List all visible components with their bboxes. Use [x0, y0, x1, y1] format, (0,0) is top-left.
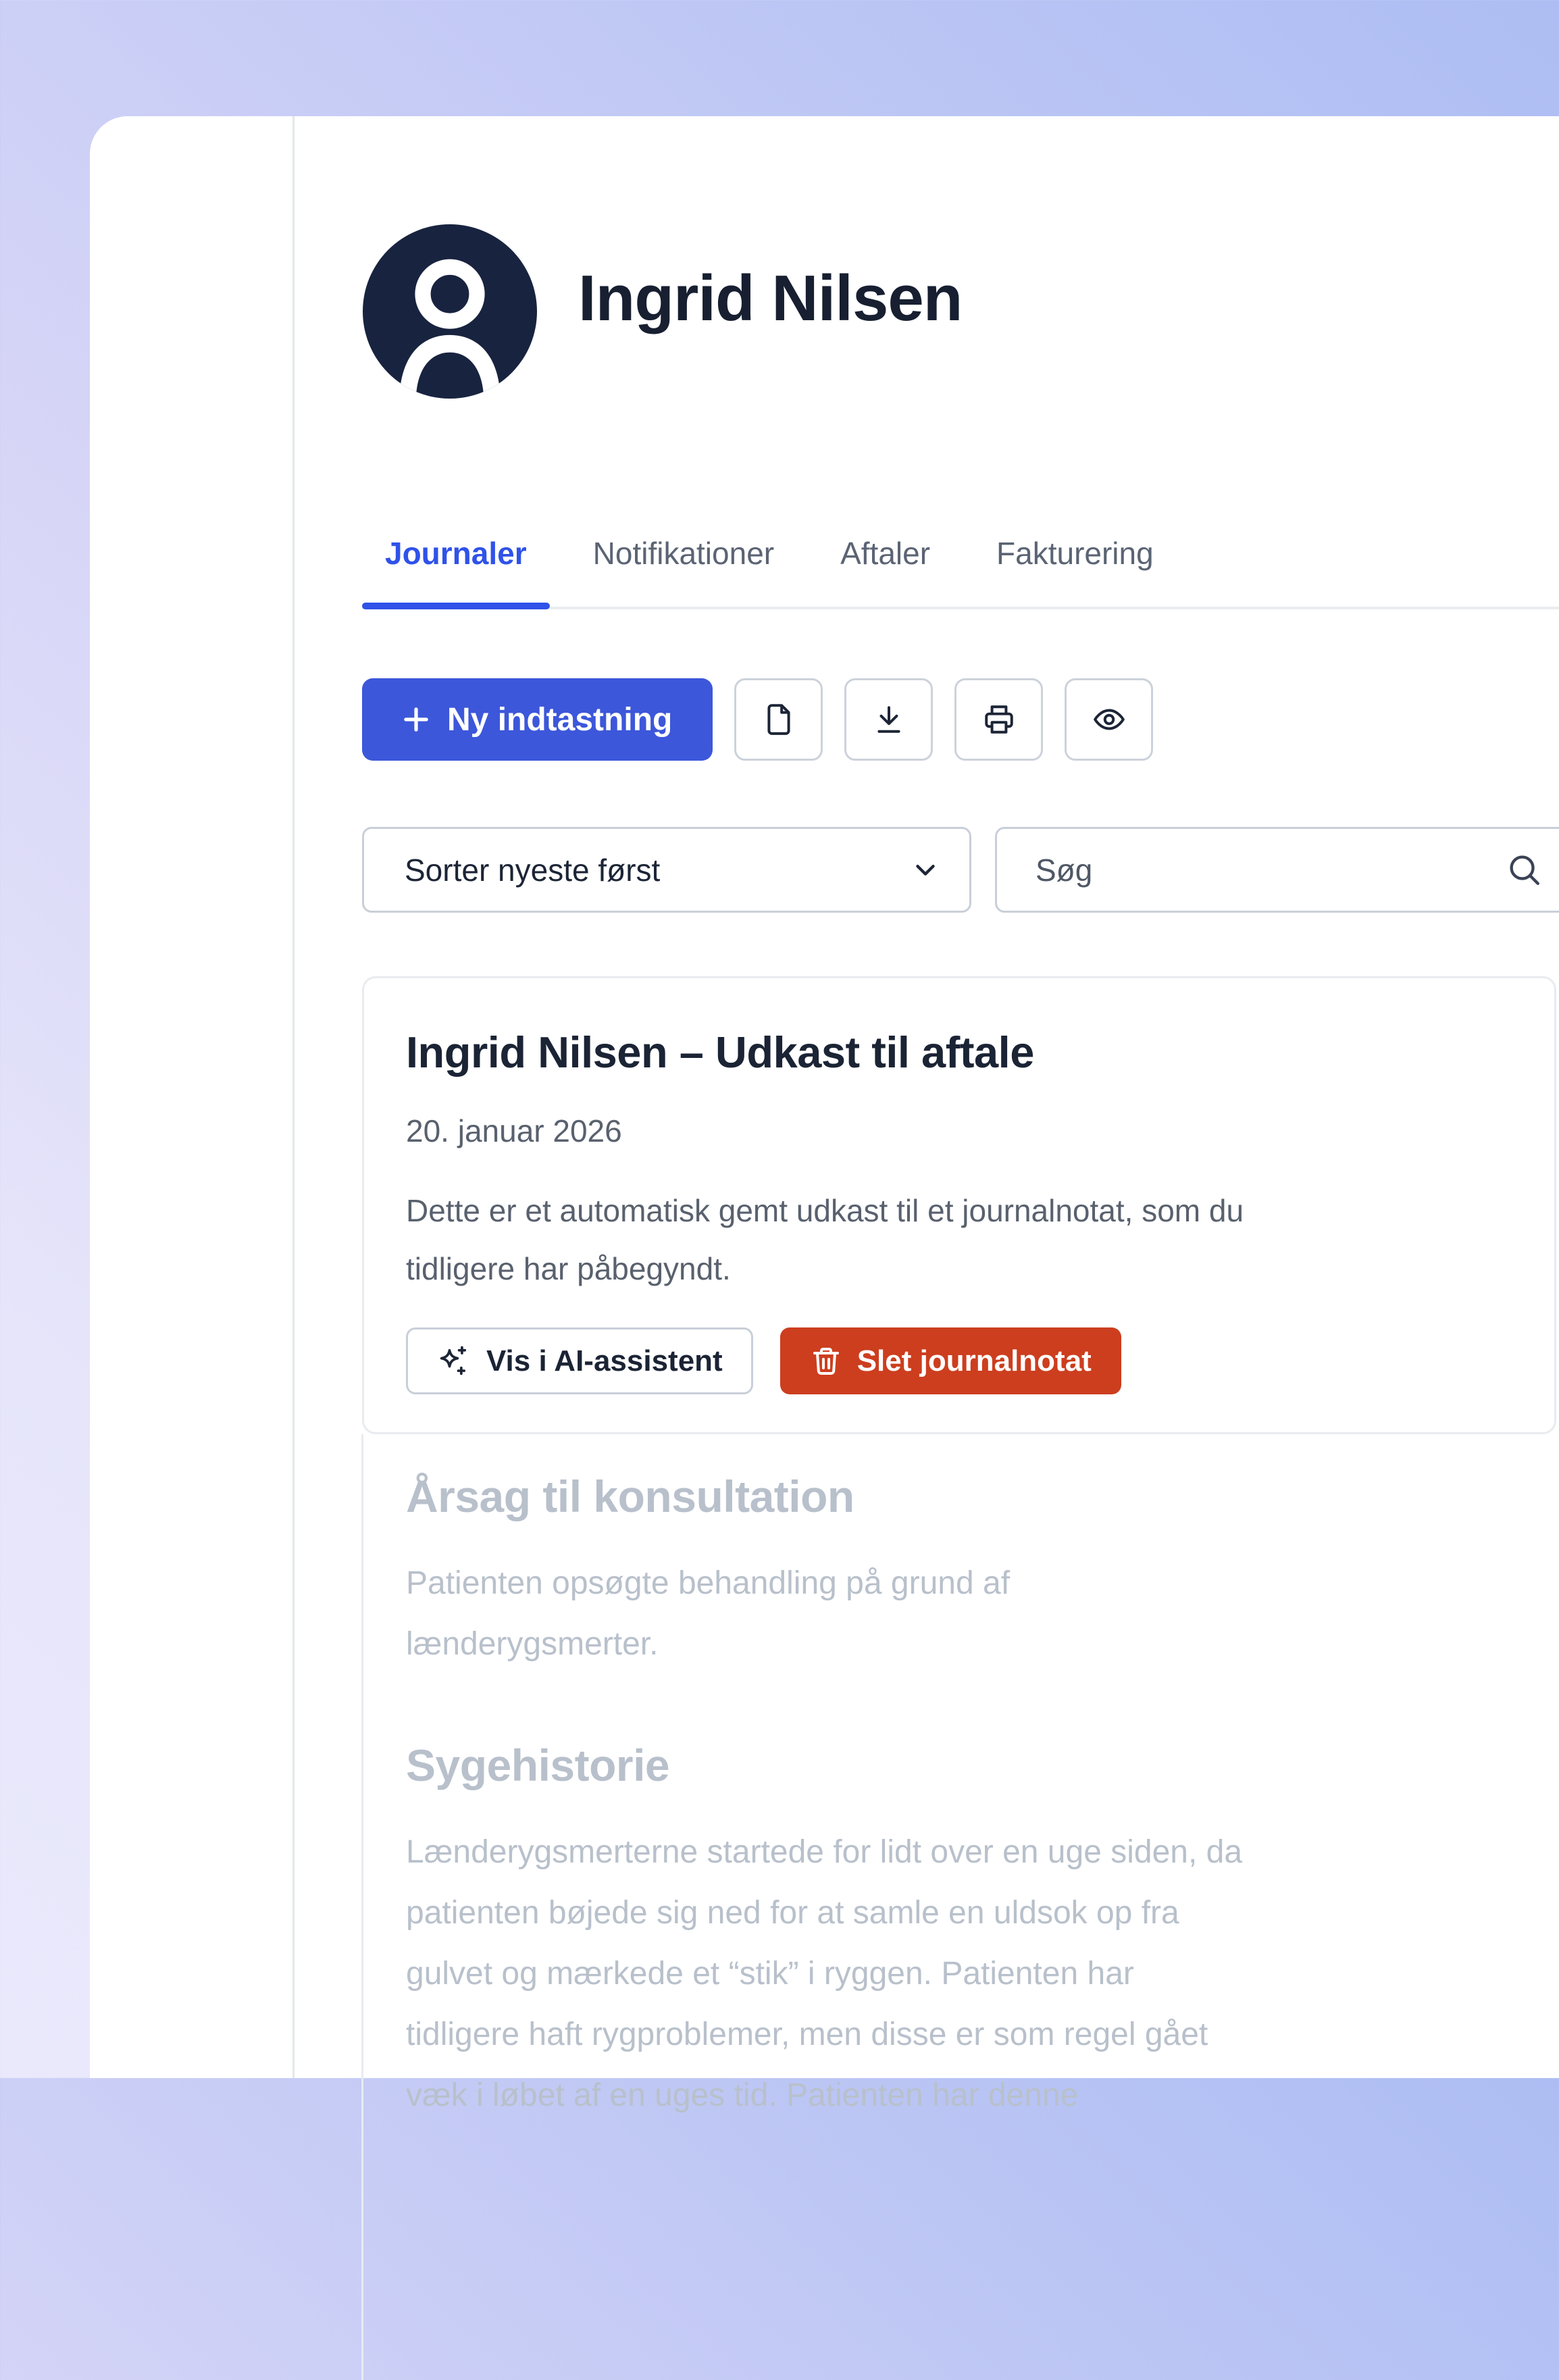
new-entry-button[interactable]: Ny indtastning: [362, 678, 713, 761]
printer-icon: [982, 703, 1016, 736]
tab-aftaler[interactable]: Aftaler: [817, 527, 953, 607]
section-heading: Årsag til konsultation: [406, 1471, 1530, 1522]
person-icon: [363, 224, 537, 399]
tab-notifikationer[interactable]: Notifikationer: [570, 527, 797, 607]
trash-icon: [810, 1345, 842, 1377]
plus-icon: [399, 702, 434, 737]
active-tab-underline: [362, 603, 550, 609]
entry-description: Dette er et automatisk gemt udkast til e…: [406, 1182, 1514, 1298]
section-spacer: [406, 1675, 1530, 1740]
delete-note-button[interactable]: Slet journalnotat: [780, 1327, 1121, 1394]
patient-page: Ingrid Nilsen Journaler Notifikationer A…: [362, 116, 1559, 2078]
file-icon: [762, 703, 796, 736]
download-button[interactable]: [844, 678, 933, 761]
patient-tabs: Journaler Notifikationer Aftaler Fakture…: [362, 527, 1559, 609]
journal-filters: Sorter nyeste først: [362, 827, 1559, 913]
open-ai-assistant-button[interactable]: Vis i AI-assistent: [406, 1327, 753, 1394]
section-text: Patienten opsøgte behandling på grund af…: [406, 1553, 1530, 1675]
sidebar-divider: [292, 116, 295, 2078]
sparkles-icon: [436, 1344, 471, 1379]
page-title: Ingrid Nilsen: [578, 261, 962, 336]
download-icon: [872, 703, 906, 736]
eye-icon: [1092, 703, 1126, 736]
print-button[interactable]: [954, 678, 1043, 761]
entry-actions: Vis i AI-assistent Slet journalnotat: [406, 1327, 1514, 1394]
section-heading: Sygehistorie: [406, 1740, 1530, 1791]
journal-note-preview: Årsag til konsultation Patienten opsøgte…: [361, 1434, 1557, 2380]
entry-title: Ingrid Nilsen – Udkast til aftale: [406, 1027, 1514, 1078]
preview-button[interactable]: [1065, 678, 1153, 761]
sort-select[interactable]: Sorter nyeste først: [362, 827, 971, 913]
search-input[interactable]: [995, 827, 1559, 913]
tab-journaler[interactable]: Journaler: [362, 527, 550, 607]
draft-entry-card: Ingrid Nilsen – Udkast til aftale 20. ja…: [362, 976, 1556, 1434]
chevron-down-icon: [910, 855, 941, 886]
avatar: [363, 224, 537, 399]
search-icon: [1504, 850, 1543, 889]
section-text: Lænderygsmerterne startede for lidt over…: [406, 1822, 1530, 2126]
search-field: [995, 827, 1559, 913]
entry-date: 20. januar 2026: [406, 1113, 1514, 1149]
tab-fakturering[interactable]: Fakturering: [973, 527, 1177, 607]
journal-actions: Ny indtastning: [362, 678, 1153, 761]
new-document-button[interactable]: [734, 678, 823, 761]
